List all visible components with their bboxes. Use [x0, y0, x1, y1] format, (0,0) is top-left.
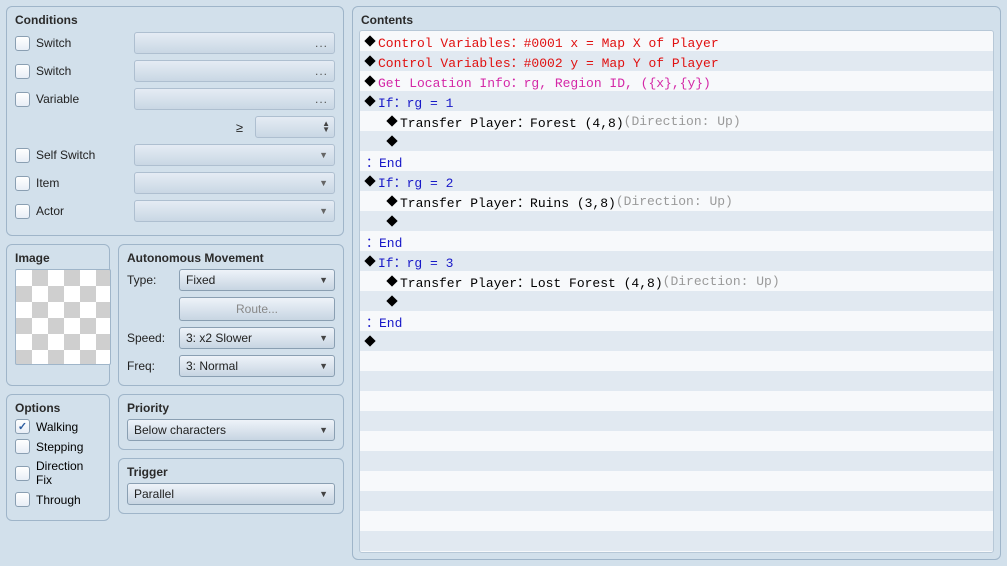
chevron-down-icon: ▼	[319, 425, 328, 435]
blank-line[interactable]	[360, 471, 993, 491]
command-line[interactable]: If：rg = 2	[360, 171, 993, 191]
command-line[interactable]: If：rg = 3	[360, 251, 993, 271]
option-label: Direction Fix	[36, 459, 101, 487]
blank-line[interactable]	[360, 411, 993, 431]
command-line[interactable]: ：End	[360, 151, 993, 171]
trigger-title: Trigger	[127, 465, 335, 479]
command-line[interactable]: Get Location Info：rg, Region ID, ({x},{y…	[360, 71, 993, 91]
diamond-icon	[364, 335, 375, 346]
command-line[interactable]	[360, 291, 993, 311]
speed-dropdown[interactable]: 3: x2 Slower ▼	[179, 327, 335, 349]
blank-line[interactable]	[360, 451, 993, 471]
command-line[interactable]: Transfer Player：Ruins (3,8) (Direction: …	[360, 191, 993, 211]
blank-line[interactable]	[360, 431, 993, 451]
priority-title: Priority	[127, 401, 335, 415]
diamond-icon	[364, 95, 375, 106]
condition-label: Item	[36, 176, 128, 190]
trigger-dropdown[interactable]: Parallel ▼	[127, 483, 335, 505]
condition-spinner[interactable]: ▲▼	[255, 116, 335, 138]
condition-dropdown[interactable]: ▼	[134, 172, 335, 194]
type-dropdown[interactable]: Fixed ▼	[179, 269, 335, 291]
condition-selector[interactable]: ...	[134, 32, 335, 54]
route-button[interactable]: Route...	[179, 297, 335, 321]
command-line[interactable]: Transfer Player：Lost Forest (4,8) (Direc…	[360, 271, 993, 291]
option-checkbox[interactable]	[15, 439, 30, 454]
image-preview[interactable]	[15, 269, 111, 365]
diamond-icon	[364, 75, 375, 86]
condition-checkbox[interactable]	[15, 148, 30, 163]
conditions-title: Conditions	[15, 13, 335, 27]
option-label: Through	[36, 493, 81, 507]
option-label: Stepping	[36, 440, 83, 454]
condition-selector[interactable]: ...	[134, 88, 335, 110]
option-label: Walking	[36, 420, 78, 434]
blank-line[interactable]	[360, 371, 993, 391]
blank-line[interactable]	[360, 491, 993, 511]
diamond-icon	[386, 135, 397, 146]
condition-checkbox[interactable]	[15, 36, 30, 51]
options-panel: Options Walking Stepping Direction Fix Thro…	[6, 394, 110, 521]
chevron-down-icon: ▼	[319, 361, 328, 371]
priority-panel: Priority Below characters ▼	[118, 394, 344, 450]
command-line[interactable]: Control Variables：#0001 x = Map X of Pla…	[360, 31, 993, 51]
chevron-down-icon: ▼	[319, 275, 328, 285]
command-line[interactable]: Transfer Player：Forest (4,8) (Direction:…	[360, 111, 993, 131]
condition-checkbox[interactable]	[15, 204, 30, 219]
command-line[interactable]	[360, 211, 993, 231]
diamond-icon	[364, 175, 375, 186]
freq-label: Freq:	[127, 359, 173, 373]
options-title: Options	[15, 401, 101, 415]
condition-label: Switch	[36, 36, 128, 50]
contents-list[interactable]: Control Variables：#0001 x = Map X of Pla…	[359, 30, 994, 553]
movement-title: Autonomous Movement	[127, 251, 335, 265]
command-line[interactable]	[360, 131, 993, 151]
image-title: Image	[15, 251, 101, 265]
diamond-icon	[386, 215, 397, 226]
condition-checkbox[interactable]	[15, 176, 30, 191]
blank-line[interactable]	[360, 351, 993, 371]
diamond-icon	[386, 195, 397, 206]
condition-label: Self Switch	[36, 148, 128, 162]
condition-label: Switch	[36, 64, 128, 78]
contents-panel: Contents Control Variables：#0001 x = Map…	[352, 6, 1001, 560]
command-line[interactable]	[360, 331, 993, 351]
condition-checkbox[interactable]	[15, 92, 30, 107]
contents-title: Contents	[361, 13, 992, 27]
condition-label: Variable	[36, 92, 128, 106]
freq-dropdown[interactable]: 3: Normal ▼	[179, 355, 335, 377]
command-line[interactable]: Control Variables：#0002 y = Map Y of Pla…	[360, 51, 993, 71]
condition-checkbox[interactable]	[15, 64, 30, 79]
image-panel: Image	[6, 244, 110, 386]
blank-line[interactable]	[360, 391, 993, 411]
chevron-down-icon: ▼	[319, 489, 328, 499]
geq-label: ≥	[229, 120, 243, 135]
diamond-icon	[364, 255, 375, 266]
condition-dropdown[interactable]: ▼	[134, 200, 335, 222]
diamond-icon	[364, 55, 375, 66]
option-checkbox[interactable]	[15, 419, 30, 434]
type-label: Type:	[127, 273, 173, 287]
chevron-down-icon: ▼	[319, 333, 328, 343]
blank-line[interactable]	[360, 511, 993, 531]
condition-dropdown[interactable]: ▼	[134, 144, 335, 166]
trigger-panel: Trigger Parallel ▼	[118, 458, 344, 514]
option-checkbox[interactable]	[15, 466, 30, 481]
condition-selector[interactable]: ...	[134, 60, 335, 82]
condition-label: Actor	[36, 204, 128, 218]
priority-dropdown[interactable]: Below characters ▼	[127, 419, 335, 441]
diamond-icon	[386, 275, 397, 286]
diamond-icon	[386, 115, 397, 126]
movement-panel: Autonomous Movement Type: Fixed ▼ Route.…	[118, 244, 344, 386]
conditions-panel: Conditions Switch... Switch... Variable...…	[6, 6, 344, 236]
command-line[interactable]: ：End	[360, 311, 993, 331]
command-line[interactable]: ：End	[360, 231, 993, 251]
option-checkbox[interactable]	[15, 492, 30, 507]
diamond-icon	[386, 295, 397, 306]
blank-line[interactable]	[360, 531, 993, 551]
command-line[interactable]: If：rg = 1	[360, 91, 993, 111]
diamond-icon	[364, 35, 375, 46]
speed-label: Speed:	[127, 331, 173, 345]
